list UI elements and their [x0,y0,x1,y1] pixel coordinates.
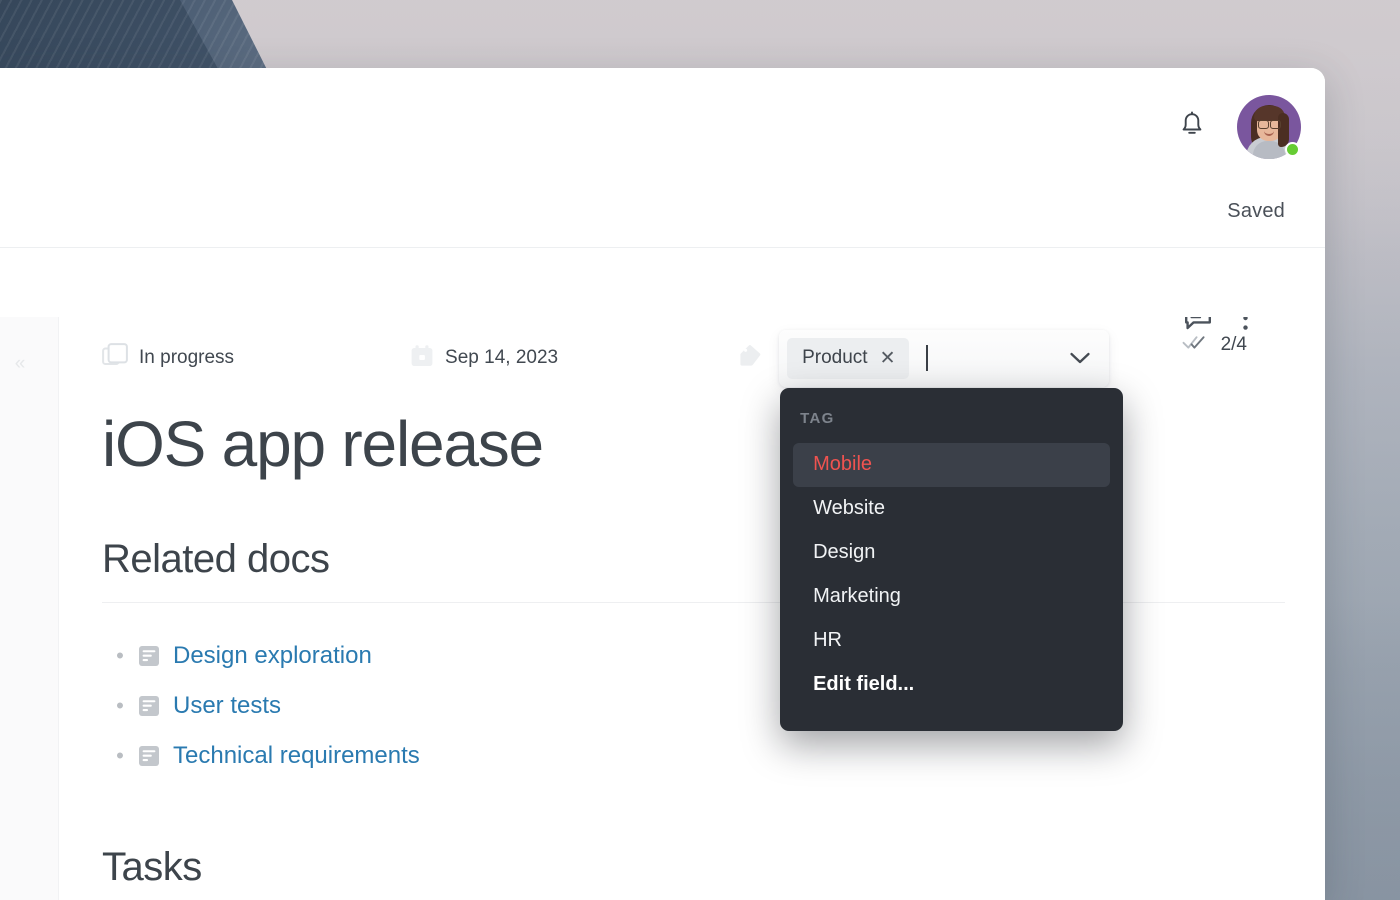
dropdown-edit-label: Edit field... [813,673,914,696]
task-progress-label: 2/4 [1221,334,1247,356]
tag-chip-product[interactable]: Product ✕ [787,338,908,379]
date-field[interactable]: Sep 14, 2023 [410,344,558,373]
tag-icon [738,343,763,373]
related-doc-link[interactable]: Technical requirements [173,742,420,770]
bullet-icon: • [102,695,138,717]
document-body: In progress Sep 14, 2023 [59,317,1325,900]
user-avatar-button[interactable] [1237,95,1301,159]
dropdown-item-label: Marketing [813,585,901,608]
save-status-label: Saved [1227,200,1285,223]
calendar-icon [410,344,434,373]
comment-bubble-icon[interactable] [1184,317,1212,331]
tag-dropdown-menu: TAG Mobile Website Design Marketing HR [780,388,1123,731]
sidebar-collapse-button[interactable]: « [8,352,32,376]
text-cursor [926,345,928,371]
bell-icon [1179,111,1205,144]
dropdown-item-edit-field[interactable]: Edit field... [793,663,1110,707]
dropdown-item-marketing[interactable]: Marketing [793,575,1110,619]
tag-input-field[interactable]: Product ✕ TAG Mobile Website [779,330,1109,387]
header-actions [1175,95,1301,159]
task-progress-field[interactable]: 2/4 [1182,333,1247,356]
avatar-hair-side [1278,113,1289,147]
tag-chip-remove-icon[interactable]: ✕ [880,349,896,368]
tag-chip-label: Product [802,347,867,369]
dropdown-item-design[interactable]: Design [793,531,1110,575]
app-window: Saved « In progress [0,68,1325,900]
list-item[interactable]: • Technical requirements [102,731,1285,781]
notifications-button[interactable] [1175,110,1209,144]
dropdown-item-mobile[interactable]: Mobile [793,443,1110,487]
document-icon [138,645,160,667]
related-doc-link[interactable]: Design exploration [173,642,372,670]
avatar-glasses [1258,120,1281,127]
dropdown-item-hr[interactable]: HR [793,619,1110,663]
status-field[interactable]: In progress [102,343,234,374]
chevron-down-icon[interactable] [1069,351,1091,365]
dropdown-item-label: Design [813,541,875,564]
dropdown-item-label: Website [813,497,885,520]
dropdown-item-website[interactable]: Website [793,487,1110,531]
online-status-indicator [1285,142,1300,157]
double-check-icon [1182,333,1208,356]
related-doc-link[interactable]: User tests [173,692,281,720]
document-icon [138,695,160,717]
bullet-icon: • [102,745,138,767]
dropdown-item-label: HR [813,629,842,652]
section-heading-tasks[interactable]: Tasks [102,845,1285,900]
document-actions [1184,317,1249,331]
status-label: In progress [139,347,234,369]
dropdown-section-title: TAG [780,410,1123,443]
status-squares-icon [102,343,128,374]
sidebar-rail: « [0,317,59,900]
chevron-double-left-icon: « [15,353,26,375]
document-icon [138,745,160,767]
date-label: Sep 14, 2023 [445,347,558,369]
app-header: Saved [0,68,1325,248]
document-meta-row: In progress Sep 14, 2023 [102,317,1285,391]
bullet-icon: • [102,645,138,667]
dropdown-item-label: Mobile [813,453,872,476]
more-vertical-icon[interactable] [1242,317,1249,331]
